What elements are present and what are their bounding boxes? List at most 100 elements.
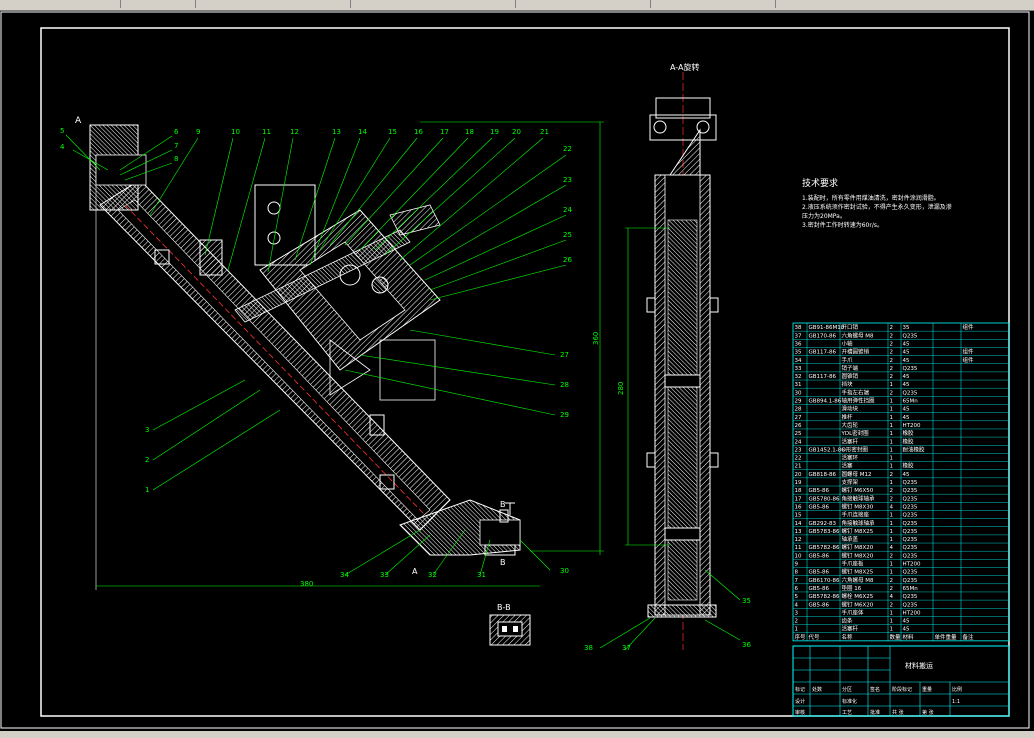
bom-cell: 5 (795, 594, 799, 600)
bom-cell: 推杆 (842, 413, 854, 421)
bom-cell: 29 (795, 399, 802, 405)
bom-cell: 小轴 (842, 339, 854, 347)
svg-text:34: 34 (340, 571, 349, 579)
bom-cell: Q235 (903, 488, 918, 494)
svg-text:25: 25 (563, 231, 572, 239)
bom-cell: 手爪座体 (842, 608, 865, 616)
bom-cell: 1 (890, 529, 894, 535)
svg-text:22: 22 (563, 145, 572, 153)
bom-cell: 齿条 (842, 617, 854, 625)
bom-cell: 组件 (963, 348, 975, 356)
bom-cell: 1 (890, 407, 894, 413)
svg-text:23: 23 (563, 176, 572, 184)
bom-cell: Q235 (903, 390, 918, 396)
svg-text:技术要求: 技术要求 (802, 177, 838, 189)
svg-text:10: 10 (231, 128, 240, 136)
bom-cell: 六角螺母 M8 (842, 576, 874, 584)
toolbar-field[interactable] (350, 0, 515, 8)
svg-text:A: A (75, 116, 82, 126)
bom-cell: 橡胶 (903, 437, 915, 445)
bom-cell: Q235 (903, 366, 918, 372)
svg-text:6: 6 (174, 128, 179, 136)
bom-cell: HT200 (903, 423, 921, 429)
svg-text:分区: 分区 (842, 686, 852, 693)
svg-text:1:1: 1:1 (952, 699, 960, 705)
svg-text:1.装配时，所有零件用煤油清洗，密封件涂润滑脂。: 1.装配时，所有零件用煤油清洗，密封件涂润滑脂。 (802, 194, 940, 202)
bom-cell: 螺钉 M8X25 (842, 568, 874, 576)
bom-cell: 45 (903, 358, 910, 364)
bom-cell: Q235 (903, 570, 918, 576)
bom-cell: 38 (795, 325, 802, 331)
bom-cell: Q235 (903, 496, 918, 502)
svg-text:2.液压系统须作密封试验，不得产生永久变形，泄漏及渗: 2.液压系统须作密封试验，不得产生永久变形，泄漏及渗 (802, 203, 952, 211)
svg-text:批准: 批准 (870, 709, 880, 716)
bom-cell: 45 (903, 407, 910, 413)
bom-cell: GB5782-86 (809, 545, 841, 551)
bom-cell: 7 (795, 578, 799, 584)
svg-text:37: 37 (622, 644, 631, 652)
bom-cell: 33 (795, 366, 802, 372)
bom-cell: 角接触球轴承 (842, 519, 876, 527)
svg-text:3: 3 (145, 426, 149, 434)
bom-cell: 45 (903, 350, 910, 356)
bom-cell: 2 (890, 553, 894, 559)
svg-text:32: 32 (428, 571, 437, 579)
bom-cell: Q235 (903, 537, 918, 543)
bom-cell: 手爪座板 (842, 560, 865, 568)
bom-cell: 1 (890, 562, 894, 568)
bom-cell: 1 (890, 456, 894, 462)
bom-cell: 4 (890, 504, 894, 510)
svg-text:26: 26 (563, 256, 572, 264)
bom-cell: 65Mn (903, 586, 919, 592)
svg-text:B: B (500, 558, 506, 567)
bom-cell: 4 (890, 545, 894, 551)
bom-cell: Q235 (903, 504, 918, 510)
bom-cell: 2 (890, 586, 894, 592)
bom-cell: 1 (890, 399, 894, 405)
bom-cell: 11 (795, 545, 802, 551)
bom-cell: 2 (890, 496, 894, 502)
bom-cell: GB5-86 (809, 602, 830, 608)
bom-cell: HT200 (903, 610, 921, 616)
bom-cell: GB818-86 (809, 472, 837, 478)
bom-cell: 开槽圆锥销 (842, 348, 870, 356)
bom-cell: 螺钉 M8X20 (842, 543, 874, 551)
bom-cell: 六角螺母 M8 (842, 331, 874, 339)
bom-cell: GB5783-86 (809, 529, 841, 535)
svg-text:压力为20MPa。: 压力为20MPa。 (802, 212, 846, 220)
toolbar-button[interactable] (120, 0, 195, 8)
bom-cell: 1 (890, 513, 894, 519)
bom-cell: 1 (890, 423, 894, 429)
bom-cell: 1 (890, 431, 894, 437)
toolbar-field[interactable] (650, 0, 775, 8)
toolbar-field[interactable] (775, 0, 1034, 8)
svg-text:审核: 审核 (795, 709, 805, 716)
bom-cell: O形密封圈 (842, 445, 869, 453)
bom-cell: 圆螺母 M12 (842, 470, 872, 478)
bom-cell: Q235 (903, 545, 918, 551)
svg-text:4: 4 (60, 143, 65, 151)
bom-cell: 1 (890, 480, 894, 486)
toolbar-field[interactable] (195, 0, 350, 8)
bom-cell: 手爪 (842, 356, 854, 364)
bom-cell: 6 (795, 586, 799, 592)
bom-cell: 25 (795, 431, 802, 437)
bom-cell: 9 (795, 562, 799, 568)
bom-cell: 滑动块 (842, 405, 859, 413)
cad-drawing-canvas[interactable]: 5 4 6 7 8 9 10 11 12 13 14 15 16 17 18 1… (0, 10, 1034, 731)
bom-cell: GB894.1-86 (809, 399, 842, 405)
svg-text:38: 38 (584, 644, 593, 652)
svg-text:2: 2 (145, 456, 149, 464)
bom-cell: Q235 (903, 553, 918, 559)
svg-text:19: 19 (490, 128, 499, 136)
svg-text:共 张: 共 张 (892, 709, 904, 716)
bom-cell: Q235 (903, 521, 918, 527)
svg-text:签名: 签名 (870, 686, 880, 693)
svg-text:A-A旋转: A-A旋转 (670, 62, 699, 72)
bom-cell: 轴承盖 (842, 535, 859, 543)
bom-cell: 15 (795, 513, 802, 519)
toolbar-field[interactable] (515, 0, 650, 8)
svg-text:A: A (412, 567, 418, 576)
svg-text:1: 1 (145, 486, 149, 494)
bom-header-cell: 单件重量 (935, 633, 958, 641)
